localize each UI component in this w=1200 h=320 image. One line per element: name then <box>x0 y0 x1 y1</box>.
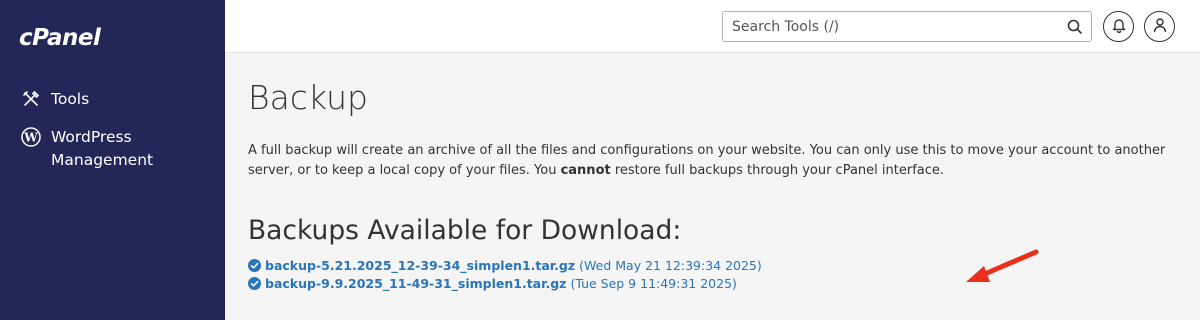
search-input[interactable] <box>723 12 1063 41</box>
backup-date: (Wed May 21 12:39:34 2025) <box>579 257 762 273</box>
list-item: backup-9.9.2025_11-49-31_simplen1.tar.gz… <box>248 274 762 292</box>
emphasis-text: cannot <box>560 162 611 178</box>
sidebar-item-tools[interactable]: Tools <box>20 88 89 111</box>
sidebar-item-label: Management <box>51 151 154 169</box>
user-menu-button[interactable] <box>1144 11 1175 42</box>
top-bar <box>225 0 1200 53</box>
backup-list: backup-5.21.2025_12-39-34_simplen1.tar.g… <box>248 256 762 292</box>
sidebar-item-wordpress-management[interactable]: W WordPress Management <box>20 126 153 172</box>
tools-icon <box>20 88 42 110</box>
bell-icon <box>1112 17 1126 37</box>
page-description: A full backup will create an archive of … <box>248 143 1166 178</box>
annotation-arrow-icon <box>966 249 1039 282</box>
list-item: backup-5.21.2025_12-39-34_simplen1.tar.g… <box>248 256 762 274</box>
check-circle-icon <box>248 258 261 272</box>
sidebar-item-label: WordPress <box>51 128 132 146</box>
backup-download-link[interactable]: backup-5.21.2025_12-39-34_simplen1.tar.g… <box>265 258 575 273</box>
sidebar-item-label: Tools <box>51 90 90 108</box>
notifications-button[interactable] <box>1103 11 1134 42</box>
cpanel-logo[interactable]: cPanel <box>19 25 101 51</box>
downloads-heading: Backups Available for Download: <box>248 215 682 246</box>
check-circle-icon <box>248 276 261 290</box>
user-icon <box>1153 17 1167 37</box>
backup-download-link[interactable]: backup-9.9.2025_11-49-31_simplen1.tar.gz <box>265 276 566 291</box>
search-box <box>722 11 1092 42</box>
search-icon[interactable] <box>1066 18 1084 36</box>
wordpress-icon: W <box>20 126 42 148</box>
backup-date: (Tue Sep 9 11:49:31 2025) <box>570 275 737 291</box>
page-title: Backup <box>248 78 368 117</box>
sidebar: cPanel Tools W WordPress Management <box>0 0 225 320</box>
svg-text:W: W <box>23 131 38 145</box>
